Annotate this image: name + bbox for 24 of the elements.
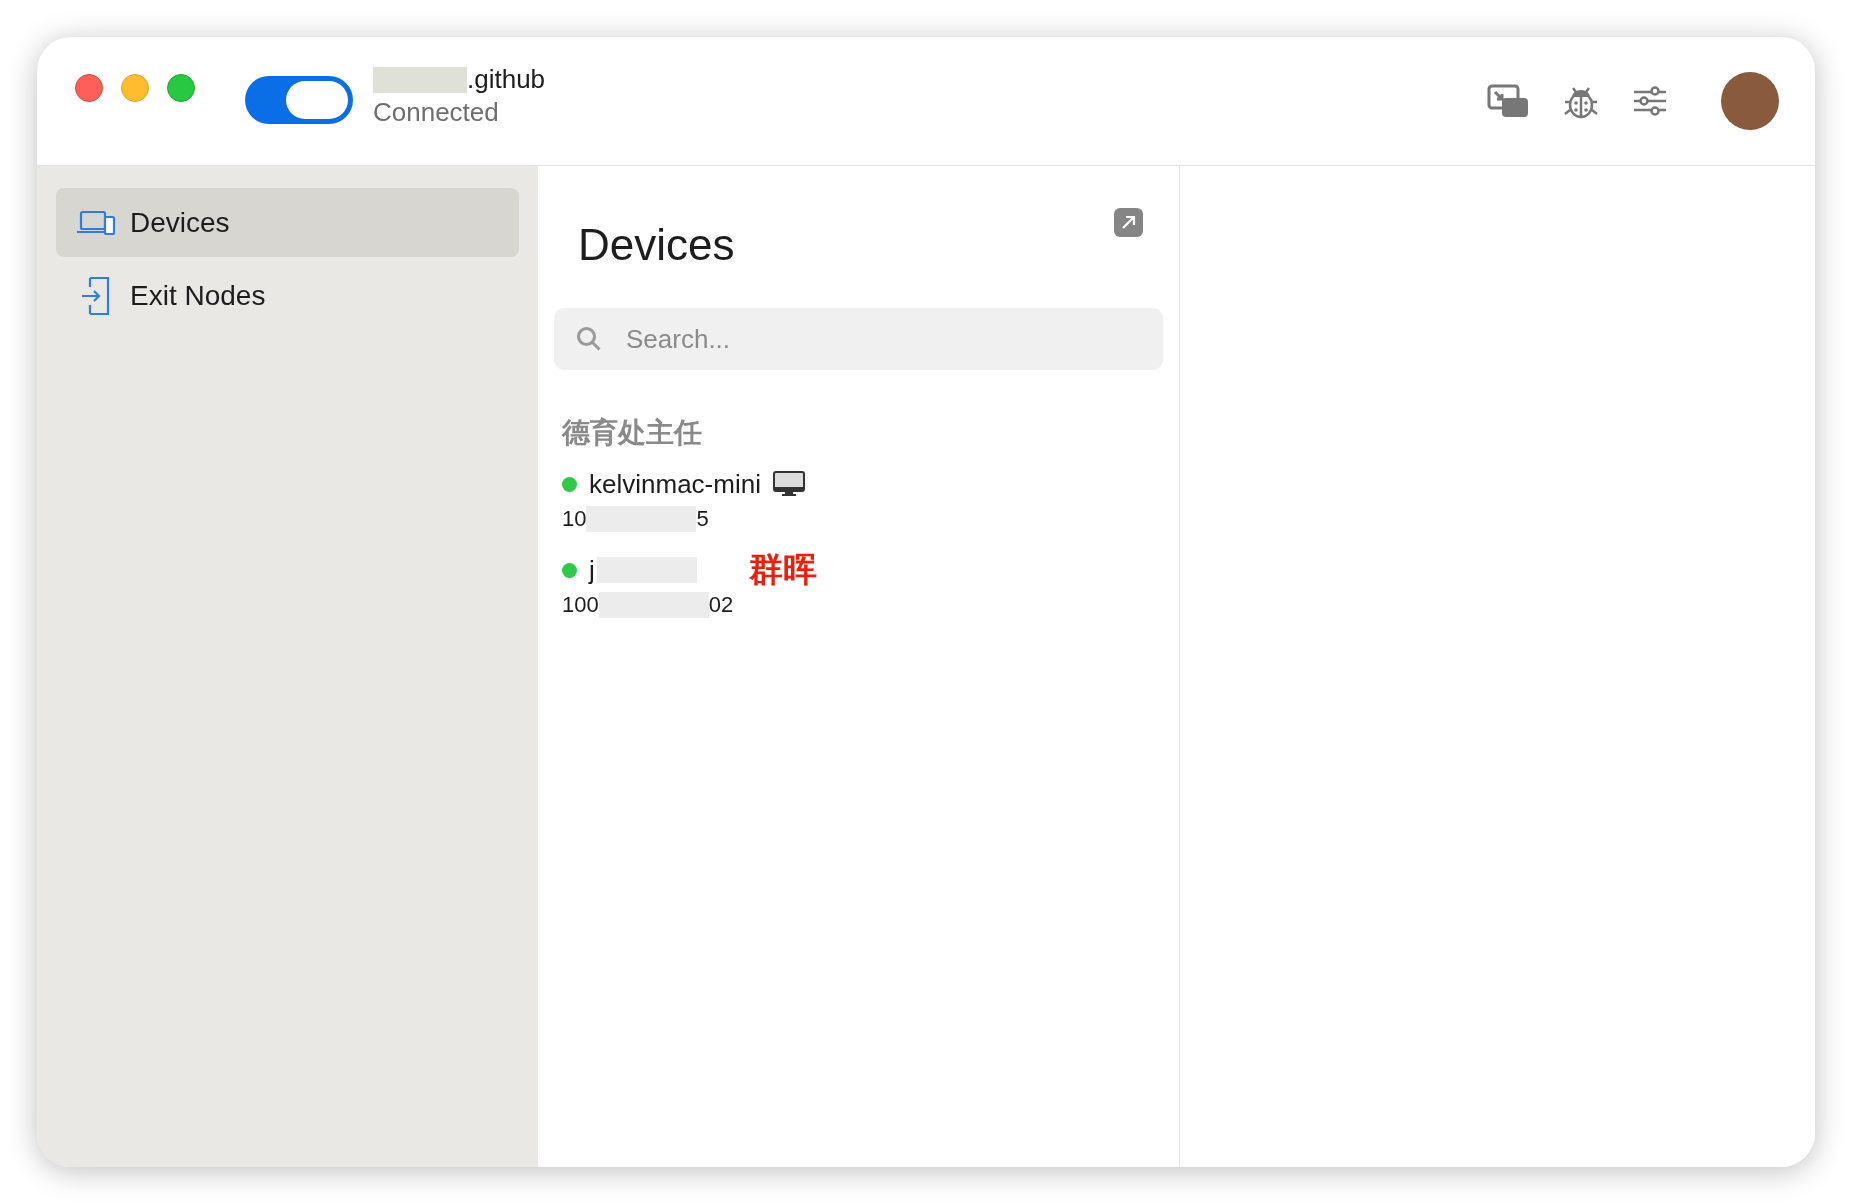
mini-window-icon[interactable] <box>1487 84 1529 118</box>
connection-status: Connected <box>373 97 500 128</box>
settings-sliders-icon[interactable] <box>1633 86 1667 116</box>
address-start: 10 <box>562 506 587 532</box>
device-name[interactable]: j <box>589 554 595 586</box>
search-field[interactable]: Search... <box>554 308 1163 370</box>
address-end: 5 <box>696 506 709 532</box>
zoom-button[interactable] <box>167 74 195 102</box>
address-start: 100 <box>562 592 599 618</box>
device-name[interactable]: kelvinmac-mini <box>589 468 761 500</box>
arrow-icon <box>1121 215 1136 230</box>
address-end: 02 <box>708 592 734 618</box>
tailnet-name: .github <box>467 64 546 95</box>
sidebar-item[interactable]: Devices <box>56 188 519 257</box>
exit-icon <box>80 275 112 316</box>
panel-title: Devices <box>578 219 735 270</box>
connection-toggle[interactable] <box>245 76 353 124</box>
close-button[interactable] <box>75 74 103 102</box>
avatar[interactable] <box>1721 72 1779 130</box>
devices-icon <box>76 209 116 236</box>
sidebar-item[interactable]: Exit Nodes <box>56 261 519 330</box>
desktop-icon <box>772 471 805 497</box>
open-window-button[interactable] <box>1114 208 1143 237</box>
group-label: 德育处主任 <box>562 416 703 450</box>
